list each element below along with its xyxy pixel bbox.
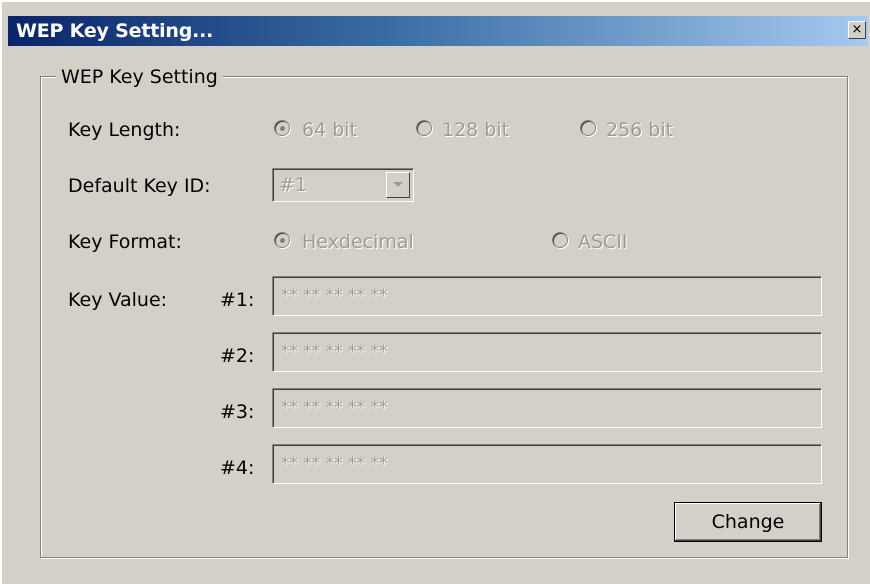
chevron-down-icon[interactable] — [386, 172, 410, 198]
radio-256-bit[interactable] — [580, 120, 596, 136]
wep-key-setting-group — [40, 76, 848, 558]
radio-64-bit-label: 64 bit — [302, 119, 358, 141]
key-3-label: #3: — [220, 401, 255, 423]
radio-ascii-label: ASCII — [578, 231, 628, 253]
default-key-id-label: Default Key ID: — [68, 175, 211, 197]
key-format-label: Key Format: — [68, 231, 182, 253]
radio-hexdecimal-label: Hexdecimal — [302, 231, 414, 253]
key-4-label: #4: — [220, 457, 255, 479]
window-title: WEP Key Setting... — [16, 20, 214, 42]
radio-128-bit-label: 128 bit — [442, 119, 510, 141]
key-2-input[interactable] — [272, 332, 822, 372]
radio-128-bit[interactable] — [416, 120, 432, 136]
key-1-label: #1: — [220, 289, 255, 311]
key-3-input[interactable] — [272, 388, 822, 428]
wep-key-dialog: WEP Key Setting... × WEP Key Setting Key… — [0, 0, 870, 584]
key-4-input[interactable] — [272, 444, 822, 484]
radio-64-bit[interactable] — [274, 120, 290, 136]
radio-hexdecimal[interactable] — [274, 232, 290, 248]
radio-256-bit-label: 256 bit — [606, 119, 674, 141]
default-key-id-select[interactable]: #1 — [272, 168, 414, 202]
default-key-id-value: #1 — [279, 174, 308, 196]
key-2-label: #2: — [220, 345, 255, 367]
key-value-label: Key Value: — [68, 289, 168, 311]
radio-selected-dot — [280, 238, 285, 243]
key-length-label: Key Length: — [68, 119, 181, 141]
radio-ascii[interactable] — [552, 232, 568, 248]
radio-selected-dot — [280, 126, 285, 131]
title-bar[interactable]: WEP Key Setting... × — [8, 16, 868, 46]
group-legend: WEP Key Setting — [56, 66, 223, 88]
close-icon: × — [851, 22, 863, 37]
key-1-input[interactable] — [272, 276, 822, 316]
change-button[interactable]: Change — [674, 502, 822, 542]
close-button[interactable]: × — [848, 21, 866, 39]
